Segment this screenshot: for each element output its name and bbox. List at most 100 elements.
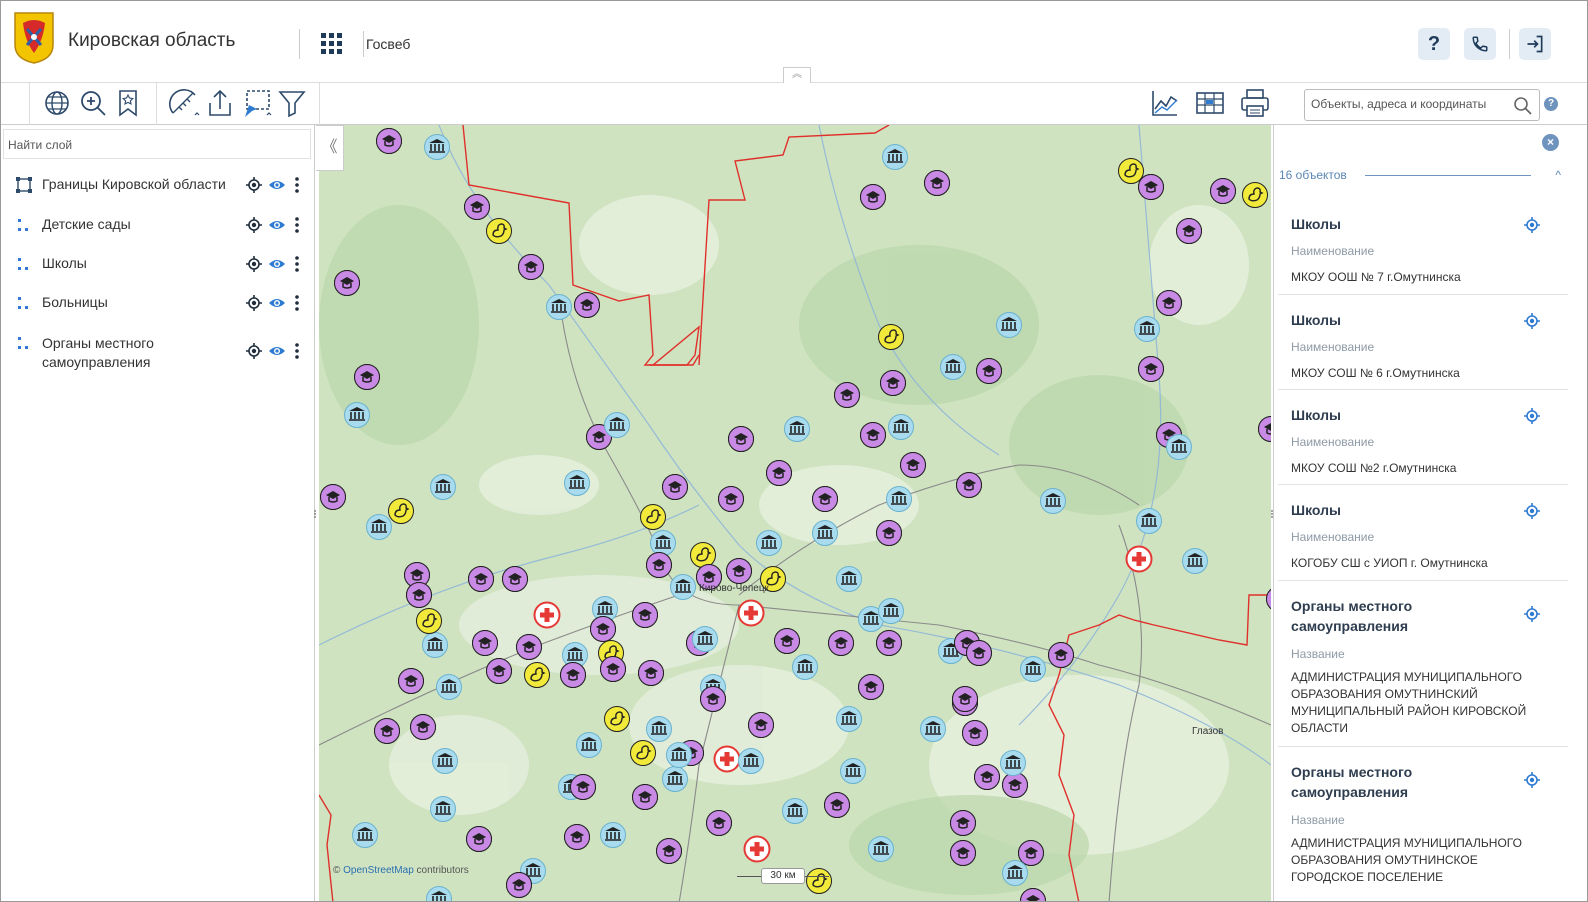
locate-icon[interactable] — [245, 255, 263, 273]
zoom-icon[interactable] — [77, 87, 109, 119]
school-marker-icon[interactable] — [1045, 639, 1077, 671]
more-options-icon[interactable] — [288, 255, 306, 273]
government-marker-icon[interactable] — [875, 595, 907, 627]
school-marker-icon[interactable] — [629, 599, 661, 631]
school-marker-icon[interactable] — [897, 449, 929, 481]
more-options-icon[interactable] — [288, 176, 306, 194]
layer-item[interactable]: Школы — [1, 246, 315, 280]
government-marker-icon[interactable] — [363, 511, 395, 543]
school-marker-icon[interactable] — [629, 781, 661, 813]
government-marker-icon[interactable] — [433, 671, 465, 703]
layer-search-field[interactable] — [3, 129, 311, 159]
print-icon[interactable] — [1239, 87, 1271, 119]
school-marker-icon[interactable] — [1255, 413, 1271, 445]
school-marker-icon[interactable] — [1207, 175, 1239, 207]
government-marker-icon[interactable] — [789, 651, 821, 683]
phone-button[interactable] — [1464, 28, 1496, 60]
government-marker-icon[interactable] — [1179, 545, 1211, 577]
school-marker-icon[interactable] — [873, 627, 905, 659]
government-marker-icon[interactable] — [341, 399, 373, 431]
government-marker-icon[interactable] — [427, 471, 459, 503]
school-marker-icon[interactable] — [499, 563, 531, 595]
locate-icon[interactable] — [1523, 502, 1541, 520]
eye-icon[interactable] — [268, 255, 286, 273]
school-marker-icon[interactable] — [947, 837, 979, 869]
search-help-icon[interactable]: ? — [1544, 97, 1558, 111]
eye-icon[interactable] — [268, 216, 286, 234]
school-marker-icon[interactable] — [1173, 215, 1205, 247]
government-marker-icon[interactable] — [1133, 505, 1165, 537]
result-card[interactable]: Органы местного самоуправления Название АД… — [1278, 581, 1568, 747]
locate-icon[interactable] — [245, 176, 263, 194]
eye-icon[interactable] — [268, 176, 286, 194]
government-marker-icon[interactable] — [997, 747, 1029, 779]
resize-handle[interactable] — [313, 506, 317, 518]
service-name[interactable]: Госвеб — [366, 36, 410, 52]
government-marker-icon[interactable] — [735, 745, 767, 777]
logout-button[interactable] — [1519, 28, 1551, 60]
government-marker-icon[interactable] — [601, 409, 633, 441]
school-marker-icon[interactable] — [947, 807, 979, 839]
more-options-icon[interactable] — [288, 216, 306, 234]
school-marker-icon[interactable] — [463, 823, 495, 855]
locate-icon[interactable] — [245, 342, 263, 360]
globe-icon[interactable] — [41, 87, 73, 119]
government-marker-icon[interactable] — [1163, 431, 1195, 463]
school-marker-icon[interactable] — [763, 457, 795, 489]
result-card[interactable]: Школы Наименование МКОУ СОШ № 6 г.Омутнинс… — [1278, 295, 1568, 390]
school-marker-icon[interactable] — [949, 683, 981, 715]
apps-grid-icon[interactable] — [319, 31, 343, 55]
government-marker-icon[interactable] — [833, 563, 865, 595]
government-marker-icon[interactable] — [917, 713, 949, 745]
school-marker-icon[interactable] — [515, 251, 547, 283]
government-marker-icon[interactable] — [865, 833, 897, 865]
school-marker-icon[interactable] — [635, 657, 667, 689]
locate-icon[interactable] — [245, 216, 263, 234]
more-options-icon[interactable] — [288, 342, 306, 360]
help-button[interactable]: ? — [1418, 28, 1450, 60]
school-marker-icon[interactable] — [1263, 583, 1271, 615]
eye-icon[interactable] — [268, 342, 286, 360]
school-marker-icon[interactable] — [351, 361, 383, 393]
collapse-header-button[interactable]: ︽ — [783, 67, 811, 83]
school-marker-icon[interactable] — [745, 709, 777, 741]
school-marker-icon[interactable] — [465, 563, 497, 595]
layer-search-input[interactable] — [8, 138, 298, 152]
school-marker-icon[interactable] — [873, 517, 905, 549]
layer-item[interactable]: Границы Кировской области — [1, 167, 315, 201]
government-marker-icon[interactable] — [1131, 313, 1163, 345]
kindergarten-marker-icon[interactable] — [627, 737, 659, 769]
school-marker-icon[interactable] — [395, 665, 427, 697]
school-marker-icon[interactable] — [857, 181, 889, 213]
government-marker-icon[interactable] — [885, 411, 917, 443]
kindergarten-marker-icon[interactable] — [601, 703, 633, 735]
kindergarten-marker-icon[interactable] — [483, 215, 515, 247]
government-marker-icon[interactable] — [879, 141, 911, 173]
government-marker-icon[interactable] — [753, 527, 785, 559]
school-marker-icon[interactable] — [809, 483, 841, 515]
school-marker-icon[interactable] — [855, 671, 887, 703]
government-marker-icon[interactable] — [421, 131, 453, 163]
locate-icon[interactable] — [1523, 407, 1541, 425]
school-marker-icon[interactable] — [561, 821, 593, 853]
government-marker-icon[interactable] — [689, 623, 721, 655]
government-marker-icon[interactable] — [809, 517, 841, 549]
government-marker-icon[interactable] — [993, 309, 1025, 341]
locate-icon[interactable] — [1523, 605, 1541, 623]
school-marker-icon[interactable] — [567, 771, 599, 803]
locate-icon[interactable] — [1523, 216, 1541, 234]
school-marker-icon[interactable] — [653, 835, 685, 867]
kindergarten-marker-icon[interactable] — [1239, 179, 1271, 211]
school-marker-icon[interactable] — [973, 355, 1005, 387]
school-marker-icon[interactable] — [407, 711, 439, 743]
locate-icon[interactable] — [1523, 312, 1541, 330]
bookmark-icon[interactable] — [112, 87, 144, 119]
select-icon[interactable] — [241, 87, 273, 119]
government-marker-icon[interactable] — [1037, 485, 1069, 517]
school-marker-icon[interactable] — [503, 869, 535, 901]
government-marker-icon[interactable] — [837, 755, 869, 787]
school-marker-icon[interactable] — [821, 789, 853, 821]
school-marker-icon[interactable] — [331, 267, 363, 299]
government-marker-icon[interactable] — [349, 819, 381, 851]
more-options-icon[interactable] — [288, 294, 306, 312]
